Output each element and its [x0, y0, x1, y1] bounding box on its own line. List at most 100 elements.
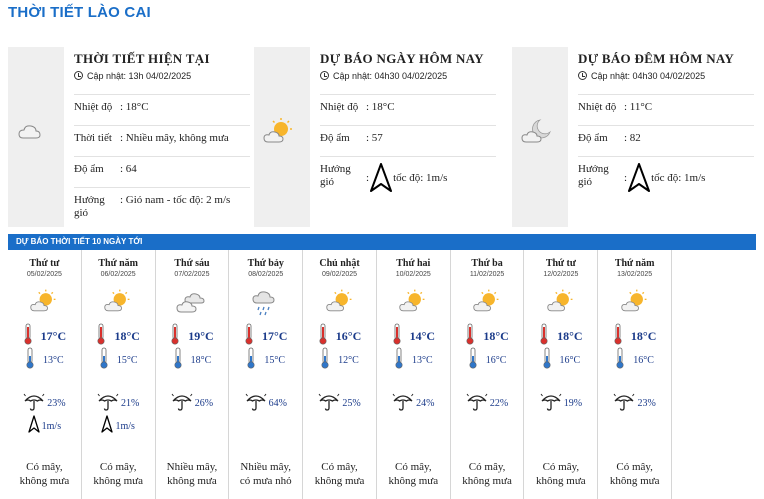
thermometer-low-icon — [615, 347, 625, 374]
temp-low: 16°C — [451, 347, 524, 374]
day-name: Thứ hai — [396, 258, 431, 269]
wind — [524, 414, 597, 438]
thermometer-high-icon — [170, 323, 180, 350]
umbrella-icon — [171, 391, 193, 416]
info-row: Nhiệt độ: 18°C — [74, 94, 250, 125]
weather-description: Có mây, không mưa — [536, 461, 586, 487]
temp-low: 18°C — [156, 347, 229, 374]
partly-cloudy-day-icon — [82, 280, 155, 324]
tonight-forecast-card: DỰ BÁO ĐÊM HÔM NAY Cập nhật: 04h30 04/02… — [512, 47, 756, 227]
clock-icon — [74, 71, 83, 80]
day-date: 13/02/2025 — [617, 271, 653, 278]
umbrella-icon — [318, 391, 340, 416]
page-title: THỜI TIẾT LÀO CAI — [8, 4, 151, 21]
update-time: Cập nhật: 13h 04/02/2025 — [74, 68, 250, 94]
thermometer-high-icon — [392, 323, 402, 350]
weather-description: Có mây, không mưa — [388, 461, 439, 487]
day-date: 08/02/2025 — [248, 271, 284, 278]
wind — [598, 414, 671, 438]
umbrella-icon — [392, 391, 414, 416]
day-date: 11/02/2025 — [469, 271, 505, 278]
forecast-day: Thứ tư 05/02/2025 17°C 13°C 23% 1m/s Có mây, kh… — [8, 250, 82, 499]
info-row: Độ ẩm: 82 — [578, 125, 754, 156]
thermometer-high-icon — [244, 323, 254, 350]
weather-description: Có mây, không mưa — [93, 461, 143, 487]
temp-high: 14°C — [377, 323, 450, 350]
day-date: 06/02/2025 — [100, 271, 136, 278]
wind — [303, 414, 376, 438]
wind — [229, 414, 302, 438]
thermometer-high-icon — [23, 323, 33, 350]
info-row: Hướng gió : tốc độ: 1m/s — [320, 156, 496, 216]
umbrella-icon — [23, 391, 45, 416]
info-row: Độ ẩm: 64 — [74, 156, 250, 187]
forecast-section-title: DỰ BÁO THỜI TIẾT 10 NGÀY TỚI — [8, 234, 756, 250]
day-name: Thứ sáu — [174, 258, 210, 269]
umbrella-icon — [466, 391, 488, 416]
day-name: Thứ bảy — [247, 258, 284, 269]
partly-cloudy-day-icon — [377, 280, 450, 324]
wind — [156, 414, 229, 438]
thermometer-low-icon — [246, 347, 256, 374]
umbrella-icon — [245, 391, 267, 416]
forecast-day: Chủ nhật 09/02/2025 16°C 12°C 25% Có mây, khôn… — [303, 250, 377, 499]
thermometer-low-icon — [468, 347, 478, 374]
forecast-day: Thứ tư 12/02/2025 18°C 16°C 19% Có mây, không … — [524, 250, 599, 499]
partly-cloudy-night-icon — [521, 119, 551, 143]
info-row: Hướng gió: Gió nam - tốc độ: 2 m/s — [74, 187, 250, 220]
partly-cloudy-day-icon — [524, 280, 597, 324]
forecast-day: Thứ bảy 08/02/2025 17°C 15°C 64% Nhiều mây, có… — [229, 250, 304, 499]
wind — [451, 414, 524, 438]
weather-description: Nhiều mây, có mưa nhỏ — [239, 461, 292, 487]
temp-high: 17°C — [229, 323, 302, 350]
rain-chance: 64% — [229, 392, 302, 414]
day-date: 05/02/2025 — [26, 271, 62, 278]
rain-chance: 24% — [377, 392, 450, 414]
forecast-day: Thứ sáu 07/02/2025 19°C 18°C 26% Nhiều mây, kh… — [155, 250, 230, 499]
rain-chance: 22% — [451, 392, 524, 414]
day-name: Thứ tư — [29, 258, 60, 269]
day-date: 10/02/2025 — [395, 271, 431, 278]
clock-icon — [578, 71, 587, 80]
card-title: THỜI TIẾT HIỆN TẠI — [74, 51, 210, 66]
info-row: Nhiệt độ: 18°C — [320, 94, 496, 125]
light-rain-icon — [229, 280, 302, 324]
thermometer-low-icon — [542, 347, 552, 374]
temp-low: 16°C — [524, 347, 597, 374]
temp-low: 12°C — [303, 347, 376, 372]
umbrella-icon — [540, 391, 562, 416]
info-row: Độ ẩm: 57 — [320, 125, 496, 156]
wind: 1m/s — [82, 414, 155, 438]
thermometer-low-icon — [173, 347, 183, 374]
temp-low: 15°C — [82, 347, 155, 372]
day-name: Thứ năm — [98, 258, 138, 269]
thermometer-low-icon — [394, 347, 404, 374]
forecast-day: Thứ ba 11/02/2025 18°C 16°C 22% Có mây, không … — [450, 250, 525, 499]
day-name: Thứ năm — [614, 258, 655, 269]
thermometer-high-icon — [539, 323, 549, 350]
forecast-day: Thứ hai 10/02/2025 14°C 13°C 24% Có mây, không… — [376, 250, 451, 499]
day-name: Thứ tư — [545, 258, 576, 269]
weather-description: Có mây, không mưa — [314, 461, 365, 487]
wind-direction-icon — [101, 414, 114, 438]
partly-cloudy-day-icon — [8, 280, 81, 324]
weather-description: Nhiều mây, không mưa — [166, 461, 218, 487]
rain-chance: 19% — [524, 392, 597, 414]
wind — [377, 414, 450, 438]
umbrella-icon — [97, 391, 119, 416]
temp-high: 18°C — [598, 323, 671, 348]
thermometer-low-icon — [25, 347, 35, 374]
day-name: Thứ ba — [471, 258, 503, 269]
temp-high: 19°C — [156, 323, 229, 350]
cloudy-icon — [18, 125, 41, 139]
temp-low: 16°C — [598, 347, 671, 374]
rain-chance: 23% — [8, 392, 81, 414]
cloudy-icon — [156, 280, 229, 324]
forecast-day: Thứ năm 06/02/2025 18°C 15°C 21% 1m/s Có mây, k… — [81, 250, 156, 499]
partly-cloudy-day-icon — [598, 280, 671, 324]
clock-icon — [320, 71, 329, 80]
wind: 1m/s — [8, 414, 81, 438]
wind-direction-icon — [28, 414, 40, 438]
forecast-day: Thứ năm 13/02/2025 18°C 16°C 23% Có mây, không… — [598, 250, 673, 499]
rain-chance: 26% — [156, 392, 229, 414]
